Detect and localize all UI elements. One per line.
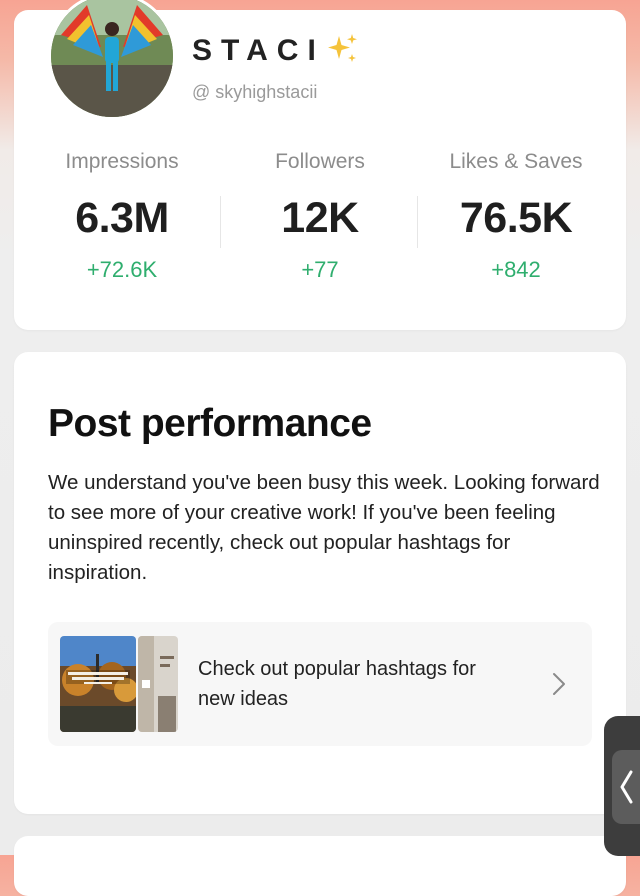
profile-photo-icon: [51, 0, 173, 117]
hashtag-link-text: Check out popular hashtags for new ideas: [198, 658, 476, 710]
sparkles-icon: [328, 34, 357, 62]
profile-handle: @ skyhighstacii: [192, 82, 318, 102]
stat-delta: +842: [491, 257, 541, 282]
stat-delta: +72.6K: [86, 257, 158, 282]
stat-label: Impressions: [65, 150, 179, 173]
popular-hashtags-link[interactable]: Check out popular hashtags for new ideas: [48, 622, 592, 746]
stat-impressions[interactable]: Impressions 6.3M +72.6K: [20, 150, 224, 283]
section-description: We understand you've been busy this week…: [48, 471, 600, 584]
chevron-right-icon: [553, 673, 565, 695]
stat-delta: +77: [301, 257, 339, 282]
side-panel-handle-inner: [612, 750, 640, 824]
section-title: Post performance: [48, 402, 372, 445]
profile-name: STACI: [192, 34, 325, 67]
stat-label: Followers: [275, 150, 365, 173]
hashtag-preview-image: [138, 636, 178, 732]
stat-label: Likes & Saves: [449, 150, 583, 173]
profile-card: STACI @ skyhighstacii Impressions 6.3M +…: [14, 0, 626, 330]
post-performance-card: Post performance We understand you've be…: [14, 352, 626, 814]
stat-value: 12K: [281, 194, 359, 242]
stat-value: 76.5K: [459, 194, 573, 242]
stat-value: 6.3M: [75, 194, 169, 242]
stats-row: Impressions 6.3M +72.6K Followers 12K +7…: [14, 150, 626, 300]
hashtag-preview-image: [60, 636, 136, 732]
side-panel-handle[interactable]: [604, 716, 640, 856]
stat-likes-saves[interactable]: Likes & Saves 76.5K +842: [414, 150, 618, 283]
stat-followers[interactable]: Followers 12K +77: [218, 150, 422, 283]
chevron-left-icon: [620, 770, 633, 804]
avatar[interactable]: [48, 0, 176, 120]
next-section-card: [14, 836, 626, 896]
